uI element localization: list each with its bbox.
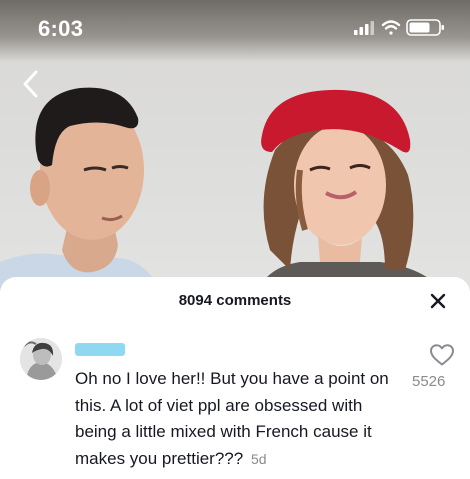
woman-figure xyxy=(255,89,450,300)
comment-age: 5d xyxy=(250,450,267,467)
battery-icon xyxy=(406,19,444,36)
tiktok-comments-screen: 6:03 8094 comments Oh no I love her!! Bu… xyxy=(0,0,470,479)
like-count: 5526 xyxy=(412,373,446,390)
comment-text: Oh no I love her!! But you have a point … xyxy=(75,369,389,468)
video-player[interactable]: 6:03 xyxy=(0,0,470,300)
avatar-image xyxy=(20,338,62,380)
status-time: 6:03 xyxy=(38,16,84,41)
user-avatar[interactable] xyxy=(20,338,62,380)
chevron-left-icon xyxy=(23,70,38,98)
comments-count-title: 8094 comments xyxy=(178,292,292,309)
comments-sheet: 8094 comments Oh no I love her!! But you… xyxy=(0,277,470,479)
comment-body: Oh no I love her!! But you have a point … xyxy=(75,366,395,472)
close-button[interactable] xyxy=(428,291,448,311)
status-bar: 6:03 xyxy=(0,0,470,62)
wifi-icon xyxy=(381,20,401,35)
like-button[interactable] xyxy=(429,343,455,367)
status-icons xyxy=(354,19,444,36)
back-button[interactable] xyxy=(16,66,46,102)
heart-outline-icon xyxy=(430,344,454,366)
username-redacted[interactable] xyxy=(75,343,125,356)
man-figure xyxy=(0,87,165,300)
signal-icon xyxy=(354,21,374,35)
close-icon xyxy=(430,293,446,309)
